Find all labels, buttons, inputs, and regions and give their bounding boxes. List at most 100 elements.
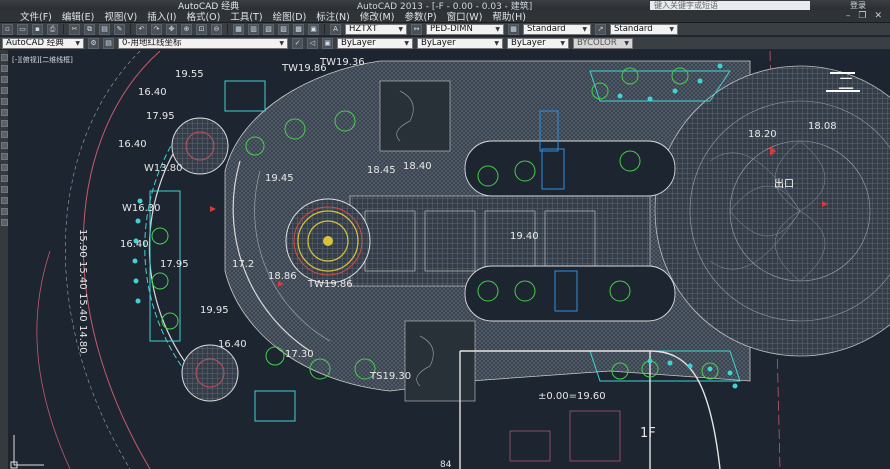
menu-file[interactable]: 文件(F) — [20, 9, 52, 23]
layer-properties-icon[interactable]: ▤ — [103, 37, 114, 49]
table-style-icon[interactable]: ▦ — [508, 23, 519, 35]
zoom-previous-icon[interactable]: ⊖ — [211, 23, 222, 35]
gazebo — [181, 344, 239, 402]
mleader-style-icon[interactable]: ↗ — [595, 23, 606, 35]
menu-window[interactable]: 窗口(W) — [447, 9, 483, 23]
cut-icon[interactable]: ✂ — [69, 23, 80, 35]
layers-toolbar: AutoCAD 经典 ▼ ⚙ ▤ 0-用地红线坐标 ▼ ✓ ◁ ▣ ByLayer ▼… — [0, 37, 890, 50]
layer-state-icon[interactable]: ▣ — [322, 37, 333, 49]
mleader-style-select[interactable]: Standard ▼ — [610, 23, 678, 35]
mtext-tool-icon[interactable] — [0, 219, 8, 226]
polygon-tool-icon[interactable] — [0, 76, 8, 83]
text-style-select[interactable]: HZTXT ▼ — [345, 23, 407, 35]
table-style-select[interactable]: Standard ▼ — [523, 23, 591, 35]
menu-format[interactable]: 格式(O) — [186, 9, 220, 23]
chevron-down-icon: ▼ — [495, 25, 500, 33]
point-tool-icon[interactable] — [0, 164, 8, 171]
elevation-label: 17.2 — [232, 259, 254, 270]
central-fountain-jet — [323, 236, 333, 246]
cad-drawing: TW19.86 19.55 16.40 17.95 16.40 W13.80 W… — [10, 51, 890, 469]
save-icon[interactable]: ▪ — [32, 23, 43, 35]
hatch-tool-icon[interactable] — [0, 175, 8, 182]
elevation-label: 15.40 — [77, 293, 88, 322]
menu-insert[interactable]: 插入(I) — [147, 9, 176, 23]
make-current-icon[interactable]: ✓ — [292, 37, 303, 49]
lineweight-value: ByLayer — [511, 37, 546, 48]
close-icon[interactable]: ✕ — [874, 11, 882, 21]
elevation-label: ±0.00=19.60 — [538, 391, 606, 402]
table-tool-icon[interactable] — [0, 208, 8, 215]
menu-help[interactable]: 帮助(H) — [492, 9, 526, 23]
sheet-set-icon[interactable]: ▨ — [278, 23, 289, 35]
workspace-value: AutoCAD 经典 — [6, 37, 64, 48]
drawing-canvas[interactable]: TW19.86 19.55 16.40 17.95 16.40 W13.80 W… — [10, 51, 890, 469]
menu-view[interactable]: 视图(V) — [104, 9, 137, 23]
pan-icon[interactable]: ✥ — [166, 23, 177, 35]
zoom-window-icon[interactable]: ⊡ — [196, 23, 207, 35]
tool-palettes-icon[interactable]: ▧ — [263, 23, 274, 35]
properties-icon[interactable]: ▦ — [233, 23, 244, 35]
elevation-label: 17.30 — [285, 349, 314, 360]
draw-toolbar — [0, 50, 9, 469]
new-icon[interactable]: ▫ — [2, 23, 13, 35]
markup-icon[interactable]: ▩ — [293, 23, 304, 35]
copy-icon[interactable]: ⧉ — [84, 23, 95, 35]
elevation-label: TW19.36 — [319, 57, 365, 68]
menu-draw[interactable]: 绘图(D) — [273, 9, 307, 23]
redo-icon[interactable]: ↷ — [151, 23, 162, 35]
elevation-label: 19.45 — [265, 173, 294, 184]
floor-label: 1F — [640, 426, 656, 441]
arc-tool-icon[interactable] — [0, 98, 8, 105]
gradient-tool-icon[interactable] — [0, 186, 8, 193]
elevation-label: 17.95 — [146, 111, 175, 122]
chevron-down-icon: ▼ — [624, 39, 629, 47]
separator — [63, 24, 64, 34]
standard-toolbar: ▫ ▭ ▪ ⎙ ✂ ⧉ ▤ ✎ ↶ ↷ ✥ ⊕ ⊡ ⊖ ▦ ▥ ▧ ▨ ▩ ▣ … — [0, 23, 890, 36]
open-icon[interactable]: ▭ — [17, 23, 28, 35]
region-tool-icon[interactable] — [0, 197, 8, 204]
plotstyle-select[interactable]: BYCOLOR ▼ — [573, 37, 633, 49]
color-select[interactable]: ByLayer ▼ — [337, 37, 413, 49]
menu-edit[interactable]: 编辑(E) — [62, 9, 94, 23]
paste-icon[interactable]: ▤ — [99, 23, 110, 35]
text-style-icon[interactable]: A — [330, 23, 341, 35]
menu-dimension[interactable]: 标注(N) — [316, 9, 350, 23]
elevation-label: 16.40 — [118, 139, 147, 150]
insert-block-icon[interactable] — [0, 142, 8, 149]
sign-in-link[interactable]: 登录 — [850, 0, 890, 11]
undo-icon[interactable]: ↶ — [136, 23, 147, 35]
elevation-label: 18.86 — [268, 271, 297, 282]
chevron-down-icon: ▼ — [560, 39, 565, 47]
plot-icon[interactable]: ⎙ — [47, 23, 58, 35]
menu-modify[interactable]: 修改(M) — [360, 9, 395, 23]
linetype-select[interactable]: ByLayer ▼ — [417, 37, 503, 49]
viewport-controls[interactable]: [-][俯视][二维线框] — [12, 55, 73, 65]
zoom-realtime-icon[interactable]: ⊕ — [181, 23, 192, 35]
dim-style-icon[interactable]: ↔ — [411, 23, 422, 35]
spline-tool-icon[interactable] — [0, 120, 8, 127]
workspace-settings-icon[interactable]: ⚙ — [88, 37, 99, 49]
workspace-select[interactable]: AutoCAD 经典 ▼ — [2, 37, 84, 49]
chevron-down-icon: ▼ — [398, 25, 403, 33]
rectangle-tool-icon[interactable] — [0, 87, 8, 94]
elevation-label: 16.40 — [218, 339, 247, 350]
ellipse-tool-icon[interactable] — [0, 131, 8, 138]
layer-select[interactable]: 0-用地红线坐标 ▼ — [118, 37, 288, 49]
lineweight-select[interactable]: ByLayer ▼ — [507, 37, 569, 49]
matchprop-icon[interactable]: ✎ — [114, 23, 125, 35]
restore-icon[interactable]: ❐ — [858, 11, 866, 21]
layer-previous-icon[interactable]: ◁ — [307, 37, 318, 49]
minimize-icon[interactable]: – — [846, 11, 851, 21]
line-tool-icon[interactable] — [0, 54, 8, 61]
menu-parametric[interactable]: 参数(P) — [404, 9, 436, 23]
circle-tool-icon[interactable] — [0, 109, 8, 116]
menu-tools[interactable]: 工具(T) — [230, 9, 262, 23]
design-center-icon[interactable]: ▥ — [248, 23, 259, 35]
dim-style-select[interactable]: PED-DIMN ▼ — [426, 23, 504, 35]
search-input[interactable]: 键入关键字或短语 — [650, 0, 810, 10]
elevation-label: 15.90 — [77, 229, 88, 258]
menu-bar: 文件(F) 编辑(E) 视图(V) 插入(I) 格式(O) 工具(T) 绘图(D… — [0, 10, 890, 23]
make-block-icon[interactable] — [0, 153, 8, 160]
calculator-icon[interactable]: ▣ — [308, 23, 319, 35]
polyline-tool-icon[interactable] — [0, 65, 8, 72]
